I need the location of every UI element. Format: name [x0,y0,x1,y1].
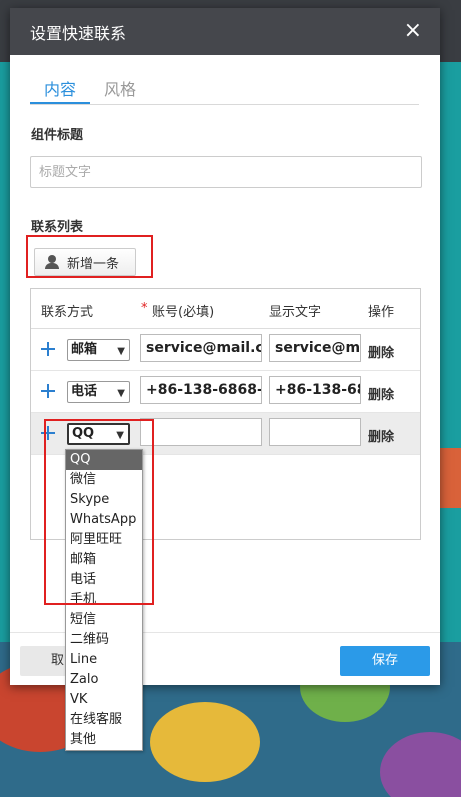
dropdown-option[interactable]: 微信 [66,470,142,490]
dropdown-option[interactable]: 短信 [66,610,142,630]
add-row-button[interactable]: 新增一条 [34,248,136,276]
display-input[interactable]: +86-138-686 [269,376,361,404]
dropdown-option[interactable]: 二维码 [66,630,142,650]
header-method: 联系方式 [41,305,94,320]
display-input[interactable] [269,418,361,446]
tab-style[interactable]: 风格 [90,78,150,104]
dropdown-option[interactable]: VK [66,690,142,710]
drag-handle-icon[interactable] [41,342,55,356]
dialog-header: 设置快速联系 [10,8,440,55]
dropdown-option[interactable]: 阿里旺旺 [66,530,142,550]
dialog-title: 设置快速联系 [30,23,127,43]
dropdown-option[interactable]: 邮箱 [66,550,142,570]
method-select[interactable]: 邮箱 ▼ [67,339,130,361]
close-icon[interactable]: × [404,18,422,44]
method-select[interactable]: QQ ▼ [67,423,130,445]
header-display: 显示文字 [269,305,322,320]
method-select-value: 电话 [71,384,98,399]
header-account: 账号(必填) [152,305,215,320]
drag-handle-icon[interactable] [41,426,55,440]
dropdown-option[interactable]: QQ [66,450,142,470]
method-dropdown-list: QQ 微信 Skype WhatsApp 阿里旺旺 邮箱 电话 手机 短信 二维… [65,449,143,751]
account-input[interactable]: +86-138-6868-6 [140,376,262,404]
dropdown-option[interactable]: Skype [66,490,142,510]
delete-button[interactable]: 删除 [368,384,394,403]
dropdown-option[interactable]: 其他 [66,730,142,750]
method-select-value: QQ [72,426,95,441]
display-input[interactable]: service@ma [269,334,361,362]
header-action: 操作 [368,305,395,320]
chevron-down-icon: ▼ [116,430,124,441]
account-input[interactable]: service@mail.co [140,334,262,362]
table-row: 邮箱 ▼ service@mail.co service@ma 删除 [31,329,420,371]
table-row: 电话 ▼ +86-138-6868-6 +86-138-686 删除 [31,371,420,413]
title-input[interactable] [30,156,422,188]
dropdown-option[interactable]: 手机 [66,590,142,610]
dropdown-option[interactable]: WhatsApp [66,510,142,530]
delete-button[interactable]: 删除 [368,426,394,445]
chevron-down-icon: ▼ [117,346,125,357]
delete-button[interactable]: 删除 [368,342,394,361]
method-select[interactable]: 电话 ▼ [67,381,130,403]
user-icon [45,255,59,269]
component-title-label: 组件标题 [31,128,84,143]
drag-handle-icon[interactable] [41,384,55,398]
background-widget [438,448,461,508]
required-mark: * [141,301,148,316]
list-header: 联系方式 * 账号(必填) 显示文字 操作 [31,289,420,329]
method-select-value: 邮箱 [71,342,98,357]
dropdown-option[interactable]: 在线客服 [66,710,142,730]
save-button[interactable]: 保存 [340,646,430,676]
tab-content[interactable]: 内容 [30,78,91,104]
add-row-label: 新增一条 [67,256,120,272]
dropdown-option[interactable]: 电话 [66,570,142,590]
dropdown-option[interactable]: Line [66,650,142,670]
contact-list-label: 联系列表 [31,220,84,235]
chevron-down-icon: ▼ [117,388,125,399]
tab-bar: 内容 风格 [30,78,419,105]
dropdown-option[interactable]: Zalo [66,670,142,690]
account-input[interactable] [140,418,262,446]
